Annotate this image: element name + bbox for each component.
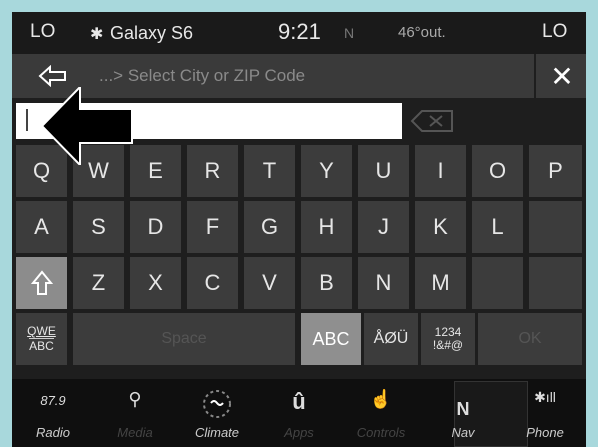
status-bar: LO ✱ Galaxy S6 9:21 N 46°out. LO (12, 12, 586, 54)
abc-label: ABC (29, 338, 54, 353)
nav-radio-label: Radio (36, 425, 70, 440)
shift-key[interactable] (16, 257, 67, 309)
key-v[interactable]: V (244, 257, 295, 309)
key-e[interactable]: E (130, 145, 181, 197)
accents-key[interactable]: ÅØÜ (364, 313, 418, 365)
nav-phone[interactable]: ✱ıll Phone (504, 379, 586, 447)
nav-media[interactable]: ⚲ Media (94, 379, 176, 447)
key-n[interactable]: N (358, 257, 409, 309)
clock: 9:21 (278, 19, 321, 44)
key-blank (472, 257, 523, 309)
key-z[interactable]: Z (73, 257, 124, 309)
close-button[interactable]: ✕ (534, 54, 586, 98)
nav-climate[interactable]: Climate (176, 379, 258, 447)
nav-compass-icon: N (456, 399, 470, 419)
text-caret (26, 109, 28, 131)
key-b[interactable]: B (301, 257, 352, 309)
key-s[interactable]: S (73, 201, 124, 253)
apps-icon: û (292, 389, 306, 414)
key-a[interactable]: A (16, 201, 67, 253)
key-blank (529, 257, 582, 309)
numbers-key[interactable]: 1234 !&#@ (421, 313, 475, 365)
climate-left-temp[interactable]: LO (30, 21, 55, 43)
key-t[interactable]: T (244, 145, 295, 197)
key-k[interactable]: K (415, 201, 466, 253)
connected-device: Galaxy S6 (110, 23, 194, 43)
key-blank (529, 201, 582, 253)
nav-controls[interactable]: ☝ Controls (340, 379, 422, 447)
back-arrow-icon (38, 65, 66, 87)
nav-climate-label: Climate (194, 425, 240, 440)
bottom-nav: 87.9 Radio ⚲ Media Climate û Apps ☝ Cont… (12, 379, 586, 447)
key-f[interactable]: F (187, 201, 238, 253)
climate-icon (176, 389, 258, 424)
shift-icon (30, 270, 53, 295)
nav-radio[interactable]: 87.9 Radio (12, 379, 94, 447)
nav-nav[interactable]: N Nav (422, 379, 504, 447)
nav-media-label: Media (117, 425, 153, 440)
key-c[interactable]: C (187, 257, 238, 309)
qwe-abc-toggle[interactable]: QWE ABC (16, 313, 67, 365)
pointer-arrow-icon (42, 87, 133, 165)
nav-nav-label: Nav (451, 425, 475, 440)
key-d[interactable]: D (130, 201, 181, 253)
key-g[interactable]: G (244, 201, 295, 253)
key-o[interactable]: O (472, 145, 523, 197)
key-h[interactable]: H (301, 201, 352, 253)
key-l[interactable]: L (472, 201, 523, 253)
key-i[interactable]: I (415, 145, 466, 197)
nav-phone-label: Phone (526, 425, 564, 440)
key-j[interactable]: J (358, 201, 409, 253)
key-u[interactable]: U (358, 145, 409, 197)
ok-button[interactable]: OK (478, 313, 582, 365)
compass-heading: N (344, 25, 355, 41)
radio-frequency: 87.9 (40, 393, 66, 408)
nav-apps-label: Apps (284, 425, 314, 440)
phone-signal-icon: ✱ıll (534, 389, 556, 405)
nav-controls-label: Controls (356, 425, 406, 440)
head-unit-screen: LO ✱ Galaxy S6 9:21 N 46°out. LO ...> Se… (12, 12, 586, 447)
space-key[interactable]: Space (73, 313, 295, 365)
controls-icon: ☝ (369, 389, 393, 409)
key-y[interactable]: Y (301, 145, 352, 197)
outside-temp: 46°out. (398, 24, 446, 41)
nav-apps[interactable]: û Apps (258, 379, 340, 447)
key-r[interactable]: R (187, 145, 238, 197)
qwe-label: QWE (27, 324, 56, 338)
key-p[interactable]: P (529, 145, 582, 197)
bluetooth-icon: ✱ (90, 26, 104, 43)
key-m[interactable]: M (415, 257, 466, 309)
climate-right-temp[interactable]: LO (542, 21, 567, 43)
abc-key[interactable]: ABC (301, 313, 361, 365)
page-title: ...> Select City or ZIP Code (99, 66, 306, 85)
key-x[interactable]: X (130, 257, 181, 309)
symbols-label: !&#@ (432, 338, 464, 352)
usb-icon: ⚲ (128, 389, 142, 409)
backspace-icon[interactable] (408, 107, 456, 135)
